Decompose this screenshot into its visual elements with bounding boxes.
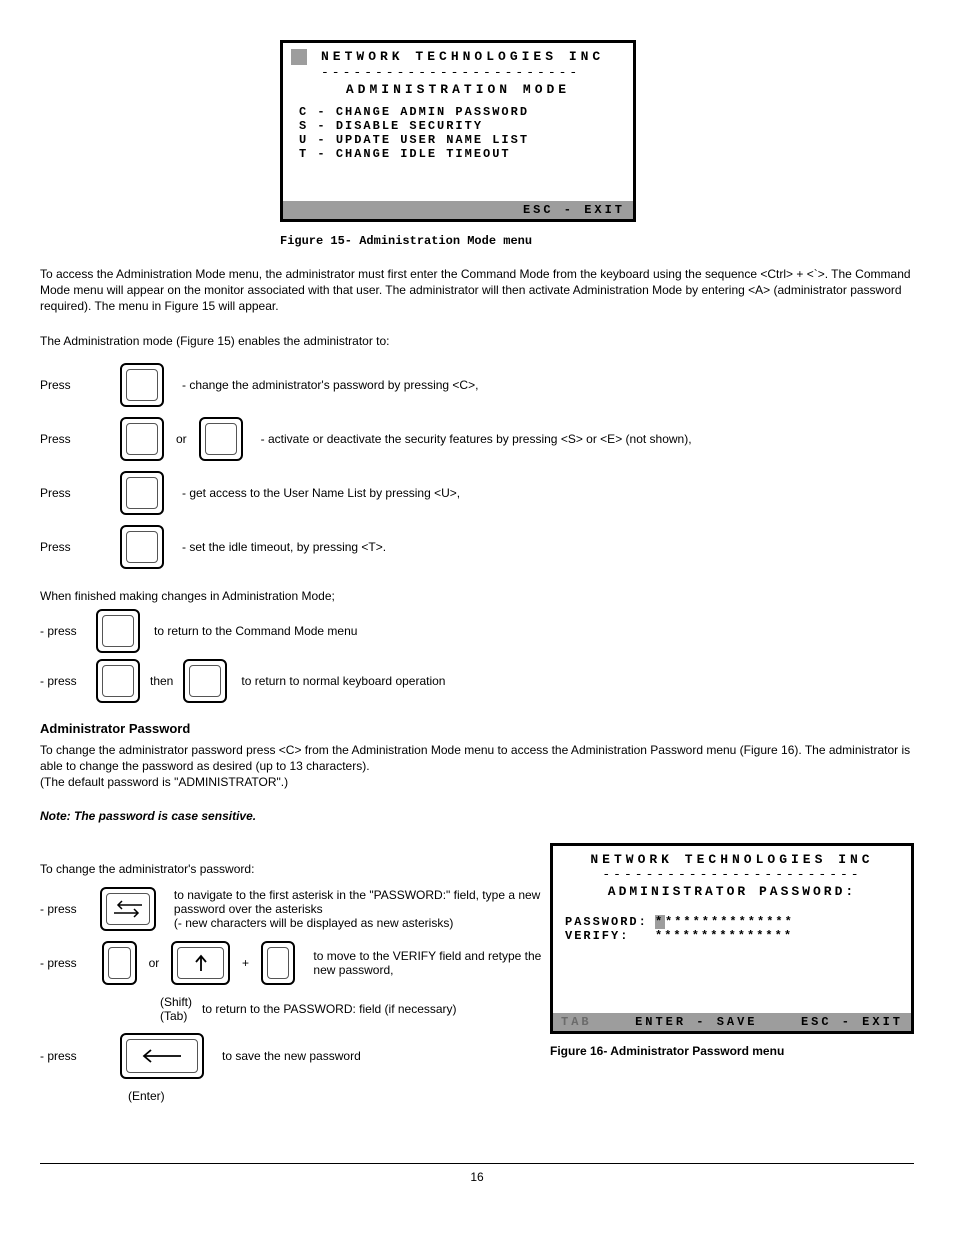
press-label: Press [40,486,114,500]
heading-admin-password: Administrator Password [40,721,914,736]
press-label: - press [40,1049,114,1063]
footer-enter: ENTER - SAVE [635,1015,757,1029]
enter-arrow-icon [137,1045,187,1067]
keycap-shift [171,941,230,985]
pw-paragraph-1: To change the administrator password pre… [40,742,914,774]
keycap-tab [100,887,156,931]
finish-block: When finished making changes in Administ… [40,589,954,703]
step-save-desc: to save the new password [222,1049,361,1063]
press-label: - press [40,624,96,638]
keycap-c [120,363,164,407]
verify-value: *************** [655,929,793,943]
footer-tab: TAB [561,1015,592,1029]
admin-window-footer: ESC - EXIT [283,201,633,219]
keys-intro-paragraph: The Administration mode (Figure 15) enab… [40,333,914,349]
page-number: 16 [0,1170,954,1184]
admin-password-window: NETWORK TECHNOLOGIES INC ---------------… [550,843,914,1034]
enter-label: (Enter) [128,1089,550,1103]
menu-item-s: S - DISABLE SECURITY [299,119,623,133]
verify-row: VERIFY: *************** [553,929,911,943]
change-intro: To change the administrator's password: [40,861,550,877]
press-label: Press [40,378,114,392]
keycap-esc-2 [96,659,140,703]
key-c-desc: - change the administrator's password by… [182,378,478,392]
step-tab-desc: to navigate to the first asterisk in the… [174,888,550,930]
keycap-esc-3 [183,659,227,703]
keycap-tab-2 [102,941,136,985]
menu-item-c: C - CHANGE ADMIN PASSWORD [299,105,623,119]
keycap-s [120,417,164,461]
password-value: *************** [655,915,794,929]
finish-line-1: to return to the Command Mode menu [154,624,357,638]
admin-mode-subtitle: ADMINISTRATION MODE [283,82,633,97]
menu-item-u: U - UPDATE USER NAME LIST [299,133,623,147]
tab-arrows-icon [108,897,148,921]
shift-tab-label: (Shift)(Tab) [160,995,192,1023]
password-subtitle: ADMINISTRATOR PASSWORD: [553,884,911,899]
key-u-desc: - get access to the User Name List by pr… [182,486,460,500]
figure-16-caption: Figure 16- Administrator Password menu [550,1044,914,1058]
page-rule [40,1163,914,1164]
password-row: PASSWORD: *************** [553,915,911,929]
password-window-footer: TAB ENTER - SAVE ESC - EXIT [553,1013,911,1031]
pw-paragraph-2: (The default password is "ADMINISTRATOR"… [40,774,914,790]
pw-note: Note: The password is case sensitive. [40,808,914,824]
press-label: - press [40,902,94,916]
menu-item-t: T - CHANGE IDLE TIMEOUT [299,147,623,161]
or-label: or [149,956,160,970]
footer-esc: ESC - EXIT [801,1015,903,1029]
keycap-esc [96,609,140,653]
then-label: then [150,674,173,688]
keycap-enter [120,1033,204,1079]
change-password-steps: - press to navigate to the first asteris… [40,887,550,1103]
admin-intro-paragraph: To access the Administration Mode menu, … [40,266,914,315]
press-label: Press [40,432,114,446]
title-cursor-block [291,49,307,65]
title-dashes: ------------------------ [283,65,633,80]
admin-key-list: Press - change the administrator's passw… [40,363,954,569]
keycap-t [120,525,164,569]
company-title-2: NETWORK TECHNOLOGIES INC [590,852,873,867]
figure-15-caption: Figure 15- Administration Mode menu [280,234,954,248]
title-dashes-2: ------------------------ [553,867,911,882]
password-label: PASSWORD: [565,915,655,929]
admin-menu: C - CHANGE ADMIN PASSWORD S - DISABLE SE… [283,105,633,201]
keycap-e [199,417,243,461]
verify-label: VERIFY: [565,929,655,943]
finish-title: When finished making changes in Administ… [40,589,954,603]
plus-label: + [242,956,249,970]
key-t-desc: - set the idle timeout, by pressing <T>. [182,540,386,554]
press-label: - press [40,956,96,970]
or-label: or [176,432,187,446]
finish-line-2: to return to normal keyboard operation [241,674,445,688]
keycap-u [120,471,164,515]
company-title: NETWORK TECHNOLOGIES INC [321,49,604,64]
admin-mode-window: NETWORK TECHNOLOGIES INC ---------------… [280,40,636,222]
step-verify-desc: to move to the VERIFY field and retype t… [313,949,550,977]
step-return-desc: to return to the PASSWORD: field (if nec… [202,1002,457,1016]
press-label: - press [40,674,96,688]
press-label: Press [40,540,114,554]
up-arrow-icon [193,953,209,973]
key-s-desc: - activate or deactivate the security fe… [261,432,692,446]
keycap-tab-3 [261,941,295,985]
